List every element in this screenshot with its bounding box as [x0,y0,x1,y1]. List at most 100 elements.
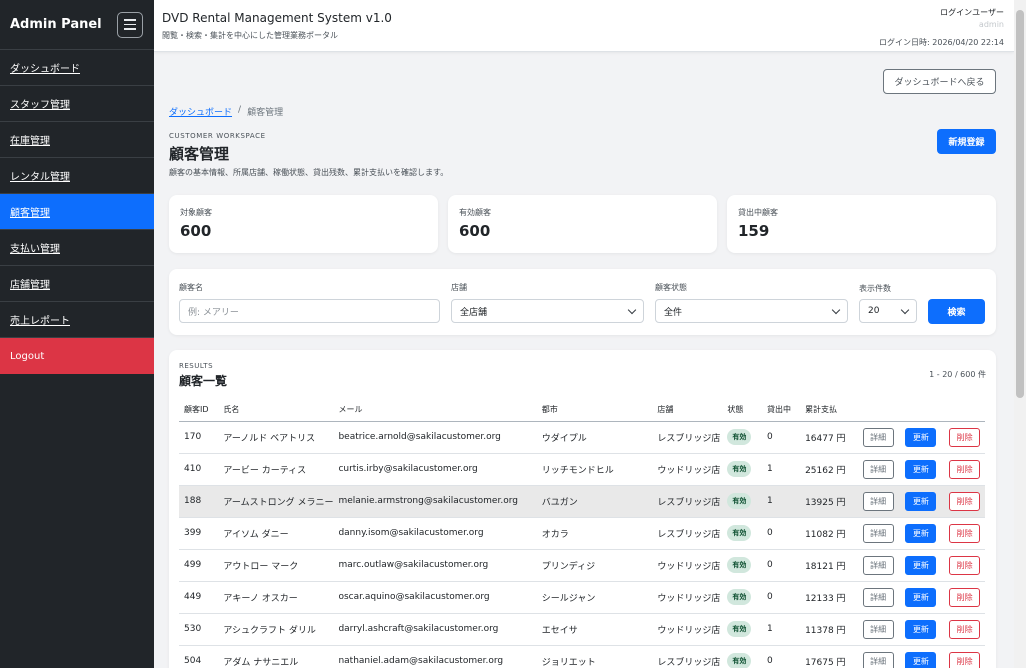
update-button[interactable]: 更新 [905,587,937,607]
table-row[interactable]: 170 アーノルド ベアトリス beatrice.arnold@sakilacust… [179,421,985,454]
status-badge: 有効 [727,429,752,445]
update-button[interactable]: 更新 [905,523,937,543]
cell-action: 更新 [900,485,945,518]
cell-action: 詳細 [857,581,901,614]
stat-label: 対象顧客 [180,208,212,217]
cell-paid: 11378 円 [800,613,858,646]
store-select-value: 全店舗 [460,307,488,318]
sidebar-item-store[interactable]: 店舗管理 [0,266,154,302]
update-button[interactable]: 更新 [905,459,937,479]
logout-button[interactable]: Logout [0,338,154,374]
column-header-action [944,399,985,422]
delete-button[interactable]: 削除 [949,619,981,639]
cell-name: アービー カーティス [218,453,334,486]
cell-email: danny.isom@sakilacustomer.org [333,517,537,550]
store-select[interactable]: 全店舗 [451,299,644,323]
sidebar: Admin Panel ダッシュボード スタッフ管理 在庫管理 レンタル管理 顧客管理支… [0,0,154,668]
column-header-name: 氏名 [218,399,334,422]
detail-button[interactable]: 詳細 [862,651,894,668]
scrollbar-thumb[interactable] [1016,10,1024,398]
cell-id: 410 [179,453,219,486]
status-badge: 有効 [727,653,752,668]
table-row[interactable]: 399 アイソム ダニー danny.isom@sakilacustomer.org… [179,517,985,550]
cell-store: レスブリッジ店 [652,517,723,550]
sidebar-item-rental[interactable]: レンタル管理 [0,158,154,194]
menu-toggle-icon[interactable] [117,11,143,38]
cell-email: oscar.aquino@sakilacustomer.org [333,581,537,614]
cell-action: 削除 [944,517,985,550]
delete-button[interactable]: 削除 [949,587,981,607]
stat-card-renting-customers: 貸出中顧客 159 [727,195,996,253]
cell-rentals: 1 [761,613,801,646]
table-row[interactable]: 188 アームストロング メラニー melanie.armstrong@sakila… [179,485,985,518]
sidebar-item-dashboard[interactable]: ダッシュボード [0,50,154,86]
cell-action: 詳細 [857,453,901,486]
delete-button[interactable]: 削除 [949,427,981,447]
breadcrumb: ダッシュボード / 顧客管理 [169,105,283,118]
table-row[interactable]: 504 アダム ナサニエル nathaniel.adam@sakilacustome… [179,645,985,668]
customer-status-select[interactable]: 全件 [655,299,848,323]
table-row[interactable]: 499 アウトロー マーク marc.outlaw@sakilacustomer.o… [179,549,985,582]
cell-action: 詳細 [857,645,901,668]
cell-email: melanie.armstrong@sakilacustomer.org [333,485,537,518]
cell-action: 詳細 [857,549,901,582]
column-header-id: 顧客ID [179,399,219,422]
column-header-action [900,399,945,422]
update-button[interactable]: 更新 [905,555,937,575]
results-title: 顧客一覧 [179,374,228,388]
table-row[interactable]: 449 アキーノ オスカー oscar.aquino@sakilacustomer.… [179,581,985,614]
stat-value: 159 [738,222,770,240]
update-button[interactable]: 更新 [905,491,937,511]
sidebar-item-sales-report[interactable]: 売上レポート [0,302,154,338]
delete-button[interactable]: 削除 [949,523,981,543]
cell-email: beatrice.arnold@sakilacustomer.org [333,421,537,454]
sidebar-item-staff[interactable]: スタッフ管理 [0,86,154,122]
name-filter-label: 顧客名 [179,283,203,292]
delete-button[interactable]: 削除 [949,555,981,575]
main-content: ダッシュボードへ戻る ダッシュボード / 顧客管理 CUSTOMER WORKS… [154,52,1014,668]
table-row[interactable]: 530 アシュクラフト ダリル darryl.ashcraft@sakilacust… [179,613,985,646]
detail-button[interactable]: 詳細 [862,459,894,479]
breadcrumb-dashboard-link[interactable]: ダッシュボード [169,105,232,118]
cell-paid: 12133 円 [800,581,858,614]
cell-name: アキーノ オスカー [218,581,334,614]
cell-action: 削除 [944,549,985,582]
page-scrollbar[interactable] [1014,0,1026,668]
delete-button[interactable]: 削除 [949,651,981,668]
cell-city: シールジャン [536,581,653,614]
new-registration-button[interactable]: 新規登録 [937,129,996,154]
chevron-down-icon [627,305,637,315]
delete-button[interactable]: 削除 [949,491,981,511]
stat-card-target-customers: 対象顧客 600 [169,195,438,253]
top-header: DVD Rental Management System v1.0 閲覧・検索・… [154,0,1014,52]
cell-rentals: 0 [761,549,801,582]
search-button[interactable]: 検索 [928,299,985,324]
detail-button[interactable]: 詳細 [862,523,894,543]
delete-button[interactable]: 削除 [949,459,981,479]
update-button[interactable]: 更新 [905,619,937,639]
cell-id: 449 [179,581,219,614]
cell-id: 188 [179,485,219,518]
detail-button[interactable]: 詳細 [862,491,894,511]
back-to-dashboard-button[interactable]: ダッシュボードへ戻る [883,69,996,94]
column-header-rentals: 貸出中 [761,399,801,422]
detail-button[interactable]: 詳細 [862,555,894,575]
cell-action: 削除 [944,453,985,486]
cell-name: アイソム ダニー [218,517,334,550]
cell-action: 更新 [900,421,945,454]
cell-paid: 16477 円 [800,421,858,454]
column-header-action [857,399,901,422]
detail-button[interactable]: 詳細 [862,427,894,447]
detail-button[interactable]: 詳細 [862,587,894,607]
detail-button[interactable]: 詳細 [862,619,894,639]
sidebar-item-inventory[interactable]: 在庫管理 [0,122,154,158]
update-button[interactable]: 更新 [905,651,937,668]
cell-id: 399 [179,517,219,550]
table-row[interactable]: 410 アービー カーティス curtis.irby@sakilacustomer.… [179,453,985,486]
page-size-select[interactable]: 20 [859,299,917,323]
sidebar-item-payment[interactable]: 支払い管理 [0,230,154,266]
sidebar-item-customer[interactable]: 顧客管理 [0,194,154,230]
cell-action: 更新 [900,453,945,486]
update-button[interactable]: 更新 [905,427,937,447]
customer-name-input[interactable]: 例: メアリー [179,299,440,323]
